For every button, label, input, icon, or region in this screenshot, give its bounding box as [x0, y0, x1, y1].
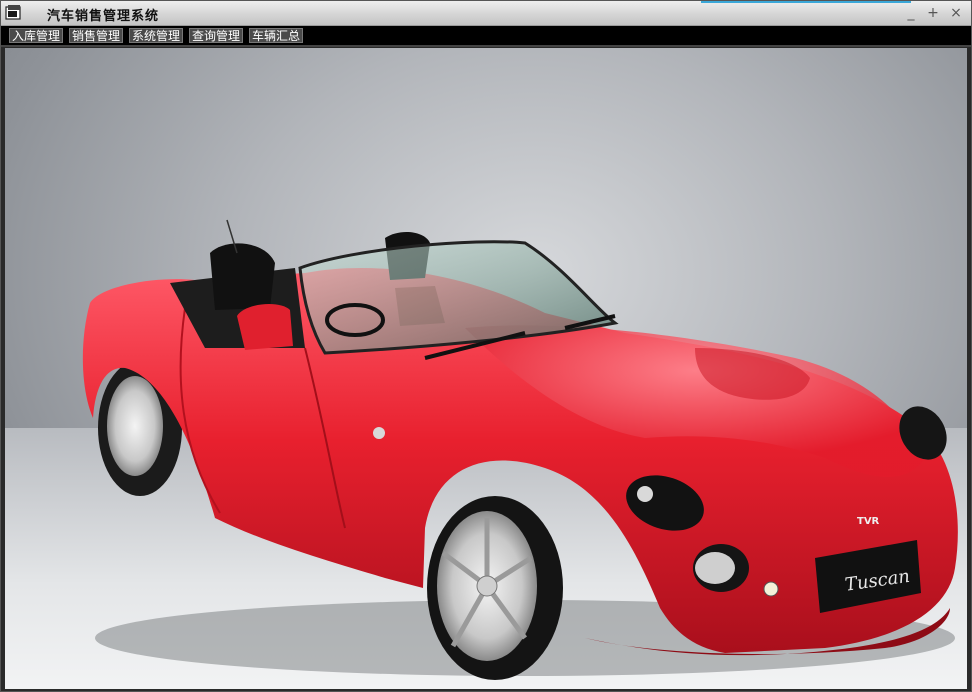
menu-item-query[interactable]: 查询管理	[189, 28, 244, 43]
menu-item-sales[interactable]: 销售管理	[69, 28, 124, 43]
car-image: Tuscan TVR	[82, 219, 958, 680]
app-icon	[5, 5, 21, 20]
title-accent-line	[701, 1, 911, 3]
menu-item-inbound[interactable]: 入库管理	[9, 28, 64, 43]
maximize-button[interactable]: +	[923, 3, 943, 23]
window-title: 汽车销售管理系统	[47, 9, 160, 24]
minimize-button[interactable]: _	[901, 3, 921, 23]
menu-bar: 入库管理 销售管理 系统管理 查询管理 车辆汇总	[1, 26, 971, 47]
menu-item-system[interactable]: 系统管理	[129, 28, 184, 43]
main-content-area: Tuscan TVR	[5, 48, 967, 689]
badge-text: TVR	[857, 516, 880, 527]
close-button[interactable]: ×	[946, 3, 966, 23]
app-window: 汽车销售管理系统 _ + × 入库管理 销售管理 系统管理 查询管理 车辆汇总	[0, 0, 972, 692]
menu-item-summary[interactable]: 车辆汇总	[249, 28, 304, 43]
title-bar[interactable]: 汽车销售管理系统 _ + ×	[1, 1, 971, 26]
